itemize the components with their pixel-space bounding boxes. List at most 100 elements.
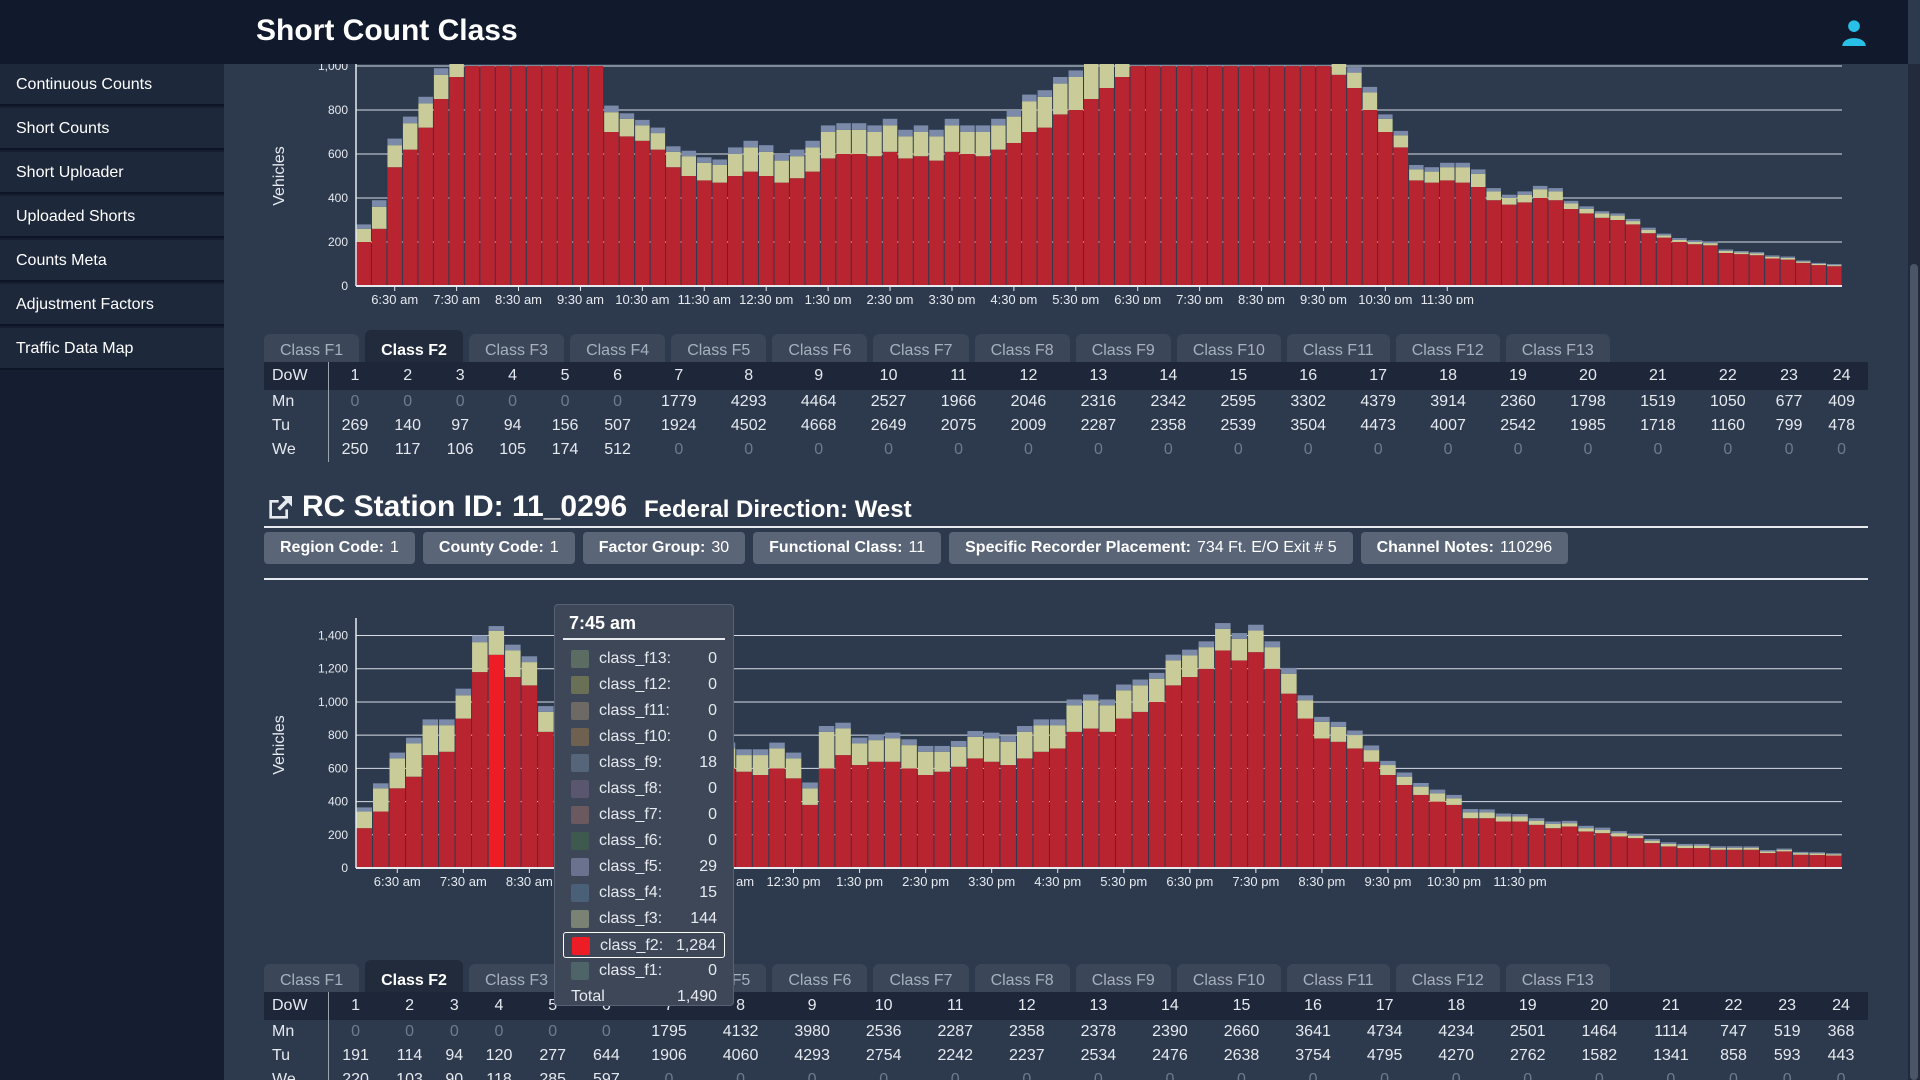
bar-segment-class_f2[interactable]	[991, 149, 1006, 286]
bar-segment-class_f2[interactable]	[389, 788, 406, 868]
bar-segment-class_f5[interactable]	[898, 129, 913, 137]
bar-segment-class_f3[interactable]	[882, 125, 898, 152]
bar-segment-class_f3[interactable]	[898, 136, 913, 159]
bar-segment-class_f2[interactable]	[488, 654, 505, 868]
bar-segment-class_f2[interactable]	[542, 66, 557, 286]
bar-segment-class_f3[interactable]	[1314, 721, 1330, 739]
bar-segment-class_f2[interactable]	[1281, 693, 1297, 868]
bar-segment-class_f3[interactable]	[1809, 853, 1825, 856]
bar-segment-class_f3[interactable]	[1641, 229, 1656, 234]
bar-segment-class_f5[interactable]	[944, 118, 960, 126]
bar-segment-class_f5[interactable]	[1641, 227, 1656, 230]
bar-segment-class_f5[interactable]	[752, 749, 769, 756]
bar-segment-class_f2[interactable]	[1300, 66, 1316, 286]
bar-segment-class_f3[interactable]	[1528, 820, 1545, 825]
bar-segment-class_f2[interactable]	[1710, 849, 1726, 868]
sidebar-item-continuous-counts[interactable]: Continuous Counts	[0, 64, 224, 106]
bar-segment-class_f2[interactable]	[1780, 259, 1796, 286]
bar-segment-class_f3[interactable]	[1049, 725, 1066, 749]
bar-segment-class_f2[interactable]	[983, 761, 1000, 868]
bar-segment-class_f3[interactable]	[1016, 731, 1033, 759]
bar-segment-class_f5[interactable]	[521, 656, 538, 663]
bar-segment-class_f3[interactable]	[1006, 116, 1022, 143]
bar-segment-class_f2[interactable]	[619, 136, 635, 286]
bar-segment-class_f3[interactable]	[934, 751, 950, 772]
tab-class-f2[interactable]: Class F2	[365, 330, 463, 366]
bar-segment-class_f3[interactable]	[1248, 630, 1264, 653]
bar-segment-class_f3[interactable]	[433, 74, 449, 99]
bar-segment-class_f3[interactable]	[1471, 173, 1486, 187]
bar-segment-class_f3[interactable]	[697, 162, 712, 181]
bar-segment-class_f2[interactable]	[371, 228, 387, 286]
bar-segment-class_f2[interactable]	[666, 167, 681, 286]
bar-segment-class_f2[interactable]	[455, 718, 472, 868]
bar-segment-class_f3[interactable]	[1033, 725, 1049, 752]
bar-segment-class_f2[interactable]	[1644, 843, 1660, 868]
bar-segment-class_f5[interactable]	[1037, 90, 1053, 97]
bar-segment-class_f5[interactable]	[1677, 843, 1693, 846]
bar-segment-class_f2[interactable]	[1563, 209, 1579, 286]
bar-segment-class_f3[interactable]	[455, 695, 472, 719]
bar-segment-class_f3[interactable]	[950, 746, 967, 767]
bar-segment-class_f5[interactable]	[681, 150, 697, 157]
bar-segment-class_f5[interactable]	[1016, 726, 1033, 732]
bar-segment-class_f3[interactable]	[868, 740, 884, 762]
bar-segment-class_f3[interactable]	[1561, 823, 1578, 827]
bar-segment-class_f2[interactable]	[851, 765, 868, 868]
bar-segment-class_f3[interactable]	[1734, 252, 1749, 255]
bar-segment-class_f3[interactable]	[1149, 678, 1165, 702]
bar-segment-class_f3[interactable]	[1495, 816, 1512, 822]
bar-segment-class_f2[interactable]	[1743, 849, 1759, 868]
bar-segment-class_f2[interactable]	[1462, 818, 1479, 868]
bar-segment-class_f2[interactable]	[1314, 738, 1330, 868]
bar-segment-class_f3[interactable]	[1347, 735, 1363, 749]
bar-segment-class_f3[interactable]	[418, 103, 433, 128]
bar-segment-class_f2[interactable]	[1149, 701, 1165, 868]
bar-segment-class_f3[interactable]	[1182, 655, 1198, 678]
bar-segment-class_f2[interactable]	[1192, 66, 1207, 286]
bar-segment-class_f3[interactable]	[1099, 64, 1114, 88]
bar-segment-class_f5[interactable]	[356, 807, 373, 812]
bar-segment-class_f5[interactable]	[455, 688, 472, 696]
bar-segment-class_f2[interactable]	[1501, 204, 1517, 286]
bar-segment-class_f2[interactable]	[1269, 66, 1285, 286]
bar-segment-class_f5[interactable]	[538, 706, 554, 712]
bar-segment-class_f3[interactable]	[1022, 101, 1037, 132]
bar-segment-class_f2[interactable]	[913, 156, 929, 286]
bar-segment-class_f5[interactable]	[1182, 649, 1198, 656]
sidebar-item-uploaded-shorts[interactable]: Uploaded Shorts	[0, 196, 224, 238]
bar-segment-class_f3[interactable]	[1811, 264, 1827, 266]
bar-segment-class_f2[interactable]	[1749, 255, 1765, 286]
bar-segment-class_f3[interactable]	[1656, 235, 1672, 238]
bar-segment-class_f5[interactable]	[712, 159, 727, 166]
bar-segment-class_f5[interactable]	[439, 719, 455, 726]
bar-segment-class_f5[interactable]	[406, 737, 422, 744]
bar-segment-class_f5[interactable]	[1528, 818, 1545, 821]
bar-segment-class_f5[interactable]	[1314, 716, 1330, 722]
bar-segment-class_f2[interactable]	[1297, 718, 1314, 868]
bar-segment-class_f5[interactable]	[1248, 624, 1264, 631]
bar-segment-class_f5[interactable]	[1501, 194, 1517, 198]
bar-segment-class_f5[interactable]	[356, 224, 371, 229]
bar-segment-class_f3[interactable]	[1759, 851, 1776, 854]
bar-segment-class_f2[interactable]	[1578, 831, 1594, 868]
bar-segment-class_f3[interactable]	[1462, 812, 1479, 819]
bar-segment-class_f5[interactable]	[1660, 842, 1677, 844]
bar-segment-class_f5[interactable]	[1594, 211, 1610, 214]
bar-segment-class_f2[interactable]	[1132, 711, 1149, 868]
bar-segment-class_f5[interactable]	[1710, 846, 1726, 848]
bar-segment-class_f5[interactable]	[1132, 679, 1149, 686]
bar-segment-class_f5[interactable]	[1809, 852, 1825, 854]
bar-segment-class_f5[interactable]	[619, 113, 635, 119]
bar-segment-class_f3[interactable]	[1579, 209, 1594, 214]
bar-segment-class_f3[interactable]	[439, 725, 455, 752]
bar-segment-class_f2[interactable]	[387, 167, 402, 286]
bar-segment-class_f3[interactable]	[1749, 253, 1765, 256]
scrollbar-thumb[interactable]	[1910, 264, 1918, 1080]
bar-segment-class_f2[interactable]	[1424, 182, 1440, 286]
bar-segment-class_f2[interactable]	[917, 775, 934, 868]
bar-segment-class_f5[interactable]	[913, 125, 929, 132]
bar-segment-class_f5[interactable]	[820, 125, 836, 132]
bar-segment-class_f5[interactable]	[387, 138, 402, 146]
bar-segment-class_f3[interactable]	[1743, 847, 1759, 850]
